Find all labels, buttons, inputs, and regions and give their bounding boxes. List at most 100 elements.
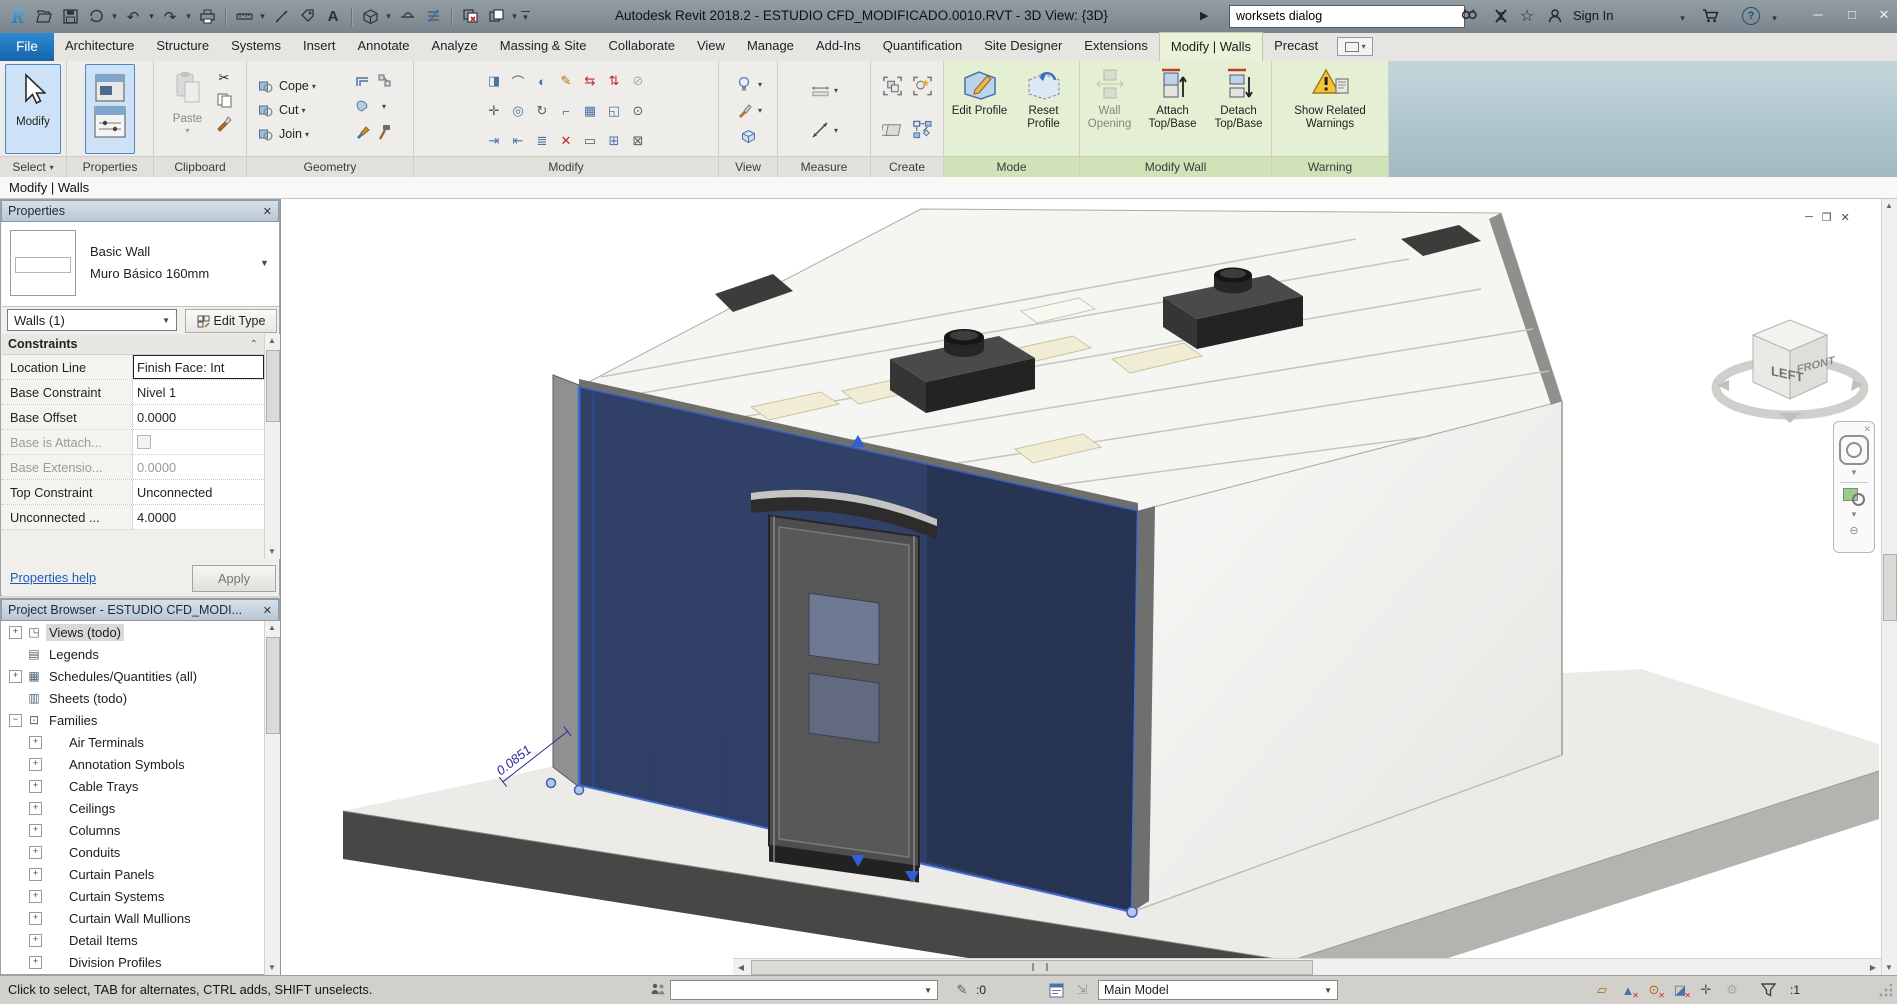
checkbox[interactable] bbox=[137, 435, 151, 449]
aligned-dimension-icon[interactable] bbox=[269, 5, 293, 29]
worksets-icon[interactable] bbox=[648, 980, 668, 1000]
measure-icon[interactable] bbox=[232, 5, 256, 29]
wheel-dropdown-icon[interactable]: ▼ bbox=[1850, 468, 1858, 477]
property-row[interactable]: Location Line Finish Face: Int bbox=[2, 355, 264, 380]
pin-icon[interactable]: ⊙ bbox=[628, 102, 649, 121]
trim-extend-single-icon[interactable]: ⇥ bbox=[484, 132, 505, 151]
panel-label-geometry[interactable]: Geometry bbox=[247, 156, 413, 177]
property-row[interactable]: Unconnected ... 4.0000 bbox=[2, 505, 264, 530]
expand-toggle[interactable]: + bbox=[29, 868, 42, 881]
unpin-icon[interactable]: ⊘ bbox=[628, 72, 649, 91]
element-filter-select[interactable]: Walls (1)▼ bbox=[7, 309, 177, 331]
tab-file[interactable]: File bbox=[0, 33, 54, 61]
edit-profile-button[interactable]: Edit Profile bbox=[951, 64, 1009, 118]
apply-button[interactable]: Apply bbox=[192, 565, 276, 592]
ribbon-tab[interactable]: Add-Ins bbox=[805, 32, 872, 60]
expand-toggle[interactable]: − bbox=[9, 714, 22, 727]
zoom-dropdown-icon[interactable]: ▼ bbox=[1850, 510, 1858, 519]
create-parts2-icon[interactable] bbox=[912, 121, 933, 140]
view-cube-body[interactable]: LEFT FRONT bbox=[1753, 320, 1835, 399]
expand-toggle[interactable]: + bbox=[29, 736, 42, 749]
ribbon-display-toggle[interactable]: ▾ bbox=[1337, 37, 1373, 56]
navbar-close-icon[interactable]: ✕ bbox=[1863, 424, 1871, 435]
ribbon-tab[interactable]: Architecture bbox=[54, 32, 145, 60]
create-group-icon[interactable] bbox=[882, 77, 903, 96]
trim-extend-multiple-icon[interactable]: ⇤ bbox=[508, 132, 529, 151]
create-similar-icon[interactable] bbox=[912, 77, 933, 96]
beam-joins-icon[interactable] bbox=[374, 71, 395, 90]
expand-toggle[interactable]: + bbox=[29, 824, 42, 837]
edit-type-button[interactable]: Edit Type bbox=[185, 309, 277, 333]
add-to-set-icon[interactable]: ⇲ bbox=[1072, 980, 1092, 1000]
user-icon[interactable] bbox=[1544, 6, 1566, 26]
ribbon-tab[interactable]: Structure bbox=[145, 32, 220, 60]
expand-toggle[interactable]: + bbox=[29, 956, 42, 969]
redo-dropdown-icon[interactable]: ▾ bbox=[184, 11, 193, 22]
revit-logo-icon[interactable]: R bbox=[6, 5, 30, 29]
expand-toggle[interactable]: + bbox=[9, 670, 22, 683]
tree-item[interactable]: + Conduits bbox=[2, 841, 264, 863]
resize-grip[interactable] bbox=[1878, 984, 1892, 998]
tree-item[interactable]: + Columns bbox=[2, 819, 264, 841]
editing-requests-icon[interactable]: ✎ bbox=[952, 980, 972, 1000]
expand-toggle[interactable] bbox=[9, 692, 22, 705]
geometry-row-button[interactable]: Cope ▾ bbox=[255, 74, 316, 98]
aligned-dimension2-icon[interactable] bbox=[810, 121, 831, 140]
ribbon-tab[interactable]: Insert bbox=[292, 32, 347, 60]
thin-lines-icon[interactable] bbox=[421, 5, 445, 29]
ribbon-tab[interactable]: View bbox=[686, 32, 736, 60]
panel-label-modify[interactable]: Modify bbox=[414, 156, 718, 177]
scroll-up-icon[interactable]: ▲ bbox=[1882, 199, 1896, 213]
ribbon-tab[interactable]: Collaborate bbox=[597, 32, 686, 60]
panel-label-properties[interactable]: Properties bbox=[67, 156, 153, 177]
trim-extend-corner-icon[interactable]: ⌐ bbox=[556, 102, 577, 121]
expand-toggle[interactable]: + bbox=[29, 890, 42, 903]
create-assembly2-icon[interactable] bbox=[882, 121, 903, 140]
ribbon-tab[interactable]: Annotate bbox=[346, 32, 420, 60]
property-row[interactable]: Base Constraint Nivel 1 bbox=[2, 380, 264, 405]
panel-label-measure[interactable]: Measure bbox=[778, 156, 870, 177]
select-elements-by-face-icon[interactable]: ◪✕ bbox=[1670, 980, 1690, 1000]
measure-dropdown-icon[interactable]: ▾ bbox=[258, 11, 267, 22]
scroll-up-icon[interactable]: ▲ bbox=[265, 621, 279, 635]
drawing-area[interactable]: 0.0851 ─ ❐ ✕ LEFT bbox=[280, 199, 1897, 975]
steering-wheel-icon[interactable] bbox=[1839, 435, 1869, 465]
expand-toggle[interactable]: + bbox=[29, 802, 42, 815]
favorites-star-icon[interactable]: ☆ bbox=[1516, 6, 1538, 26]
tree-item[interactable]: − Families bbox=[2, 709, 264, 731]
paste-button[interactable]: Paste ▾ bbox=[166, 64, 210, 156]
tree-item[interactable]: + Ceilings bbox=[2, 797, 264, 819]
ribbon-tab[interactable]: Quantification bbox=[872, 32, 974, 60]
model-view[interactable]: 0.0851 bbox=[281, 199, 1881, 975]
match-type-properties-icon[interactable] bbox=[214, 114, 235, 133]
save-icon[interactable] bbox=[58, 5, 82, 29]
multiple-align-icon[interactable]: ≣ bbox=[532, 132, 553, 151]
align-icon[interactable]: ◨ bbox=[484, 72, 505, 91]
undo-dropdown-icon[interactable]: ▾ bbox=[147, 11, 156, 22]
scroll-down-icon[interactable]: ▼ bbox=[265, 961, 279, 975]
expand-toggle[interactable]: + bbox=[29, 758, 42, 771]
property-row[interactable]: Top Constraint Unconnected bbox=[2, 480, 264, 505]
synchronize-icon[interactable] bbox=[84, 5, 108, 29]
detach-top-base-button[interactable]: Detach Top/Base bbox=[1208, 64, 1270, 130]
title-arrow-icon[interactable]: ▶ bbox=[1200, 9, 1208, 22]
scroll-right-icon[interactable]: ▶ bbox=[1865, 963, 1881, 972]
type-selector[interactable]: Basic Wall Muro Básico 160mm ▼ bbox=[2, 222, 279, 307]
section-icon[interactable] bbox=[395, 5, 419, 29]
print-icon[interactable] bbox=[195, 5, 219, 29]
panel-label-clipboard[interactable]: Clipboard bbox=[154, 156, 246, 177]
scroll-down-icon[interactable]: ▼ bbox=[265, 545, 279, 559]
panel-label-select[interactable]: Select▾ bbox=[0, 156, 66, 177]
design-options-icon[interactable] bbox=[1046, 980, 1066, 1000]
view-cube[interactable]: LEFT FRONT bbox=[1709, 285, 1871, 431]
split-face-icon[interactable] bbox=[352, 97, 373, 116]
temporary-hide-isolate-lightbulb-icon[interactable] bbox=[734, 75, 755, 94]
project-browser-close-icon[interactable]: ✕ bbox=[263, 604, 272, 617]
expand-toggle[interactable]: + bbox=[29, 934, 42, 947]
property-row[interactable]: Base Extensio... 0.0000 bbox=[2, 455, 264, 480]
scroll-up-icon[interactable]: ▲ bbox=[265, 334, 279, 348]
demolish-icon[interactable]: ⊠ bbox=[628, 132, 649, 151]
customize-qat-icon[interactable]: ▾ bbox=[521, 11, 530, 23]
ribbon-tab[interactable]: Massing & Site bbox=[489, 32, 598, 60]
override-graphics-brush-icon[interactable] bbox=[734, 101, 755, 120]
